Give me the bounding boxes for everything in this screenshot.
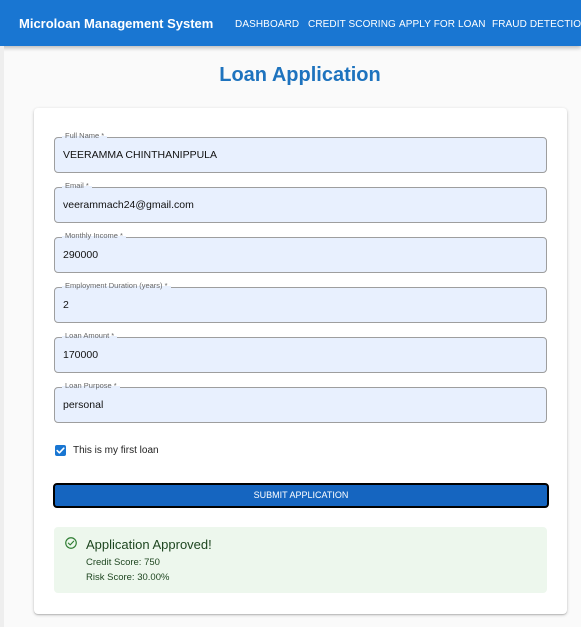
email-field[interactable]: Email * veerammach24@gmail.com [54, 180, 547, 223]
page-title: Loan Application [219, 64, 381, 86]
full-name-field[interactable]: Full Name * VEERAMMA CHINTHANIPPULA [54, 130, 547, 173]
nav-fraud-detection[interactable]: FRAUD DETECTION [492, 0, 581, 46]
email-value[interactable]: veerammach24@gmail.com [63, 188, 194, 222]
app-bar: Microloan Management System DASHBOARD CR… [0, 0, 581, 46]
loan-amount-field[interactable]: Loan Amount * 170000 [54, 330, 547, 373]
nav-credit-scoring[interactable]: CREDIT SCORING [308, 0, 396, 46]
nav-dashboard[interactable]: DASHBOARD [235, 0, 299, 46]
credit-score-text: Credit Score: 750 [86, 557, 160, 568]
loan-purpose-value[interactable]: personal [63, 388, 103, 422]
loan-amount-value[interactable]: 170000 [63, 338, 98, 372]
risk-score-text: Risk Score: 30.00% [86, 572, 170, 583]
submit-application-button[interactable]: SUBMIT APPLICATION [53, 483, 549, 508]
app-title: Microloan Management System [19, 16, 214, 31]
first-loan-label: This is my first loan [73, 445, 159, 456]
loan-application-card: Full Name * VEERAMMA CHINTHANIPPULA Emai… [34, 108, 567, 614]
employment-duration-value[interactable]: 2 [63, 288, 69, 322]
monthly-income-value[interactable]: 290000 [63, 238, 98, 272]
loan-purpose-field[interactable]: Loan Purpose * personal [54, 380, 547, 423]
check-circle-icon [65, 537, 77, 549]
page-edge [0, 46, 4, 627]
employment-duration-label: Employment Duration (years) * [62, 280, 171, 292]
approval-alert: Application Approved! Credit Score: 750 … [54, 527, 547, 593]
monthly-income-field[interactable]: Monthly Income * 290000 [54, 230, 547, 273]
first-loan-checkbox[interactable] [55, 445, 66, 456]
employment-duration-field[interactable]: Employment Duration (years) * 2 [54, 280, 547, 323]
full-name-value[interactable]: VEERAMMA CHINTHANIPPULA [63, 138, 217, 172]
nav-apply-for-loan[interactable]: APPLY FOR LOAN [399, 0, 486, 46]
alert-title: Application Approved! [86, 537, 212, 552]
checkmark-icon [56, 447, 65, 454]
